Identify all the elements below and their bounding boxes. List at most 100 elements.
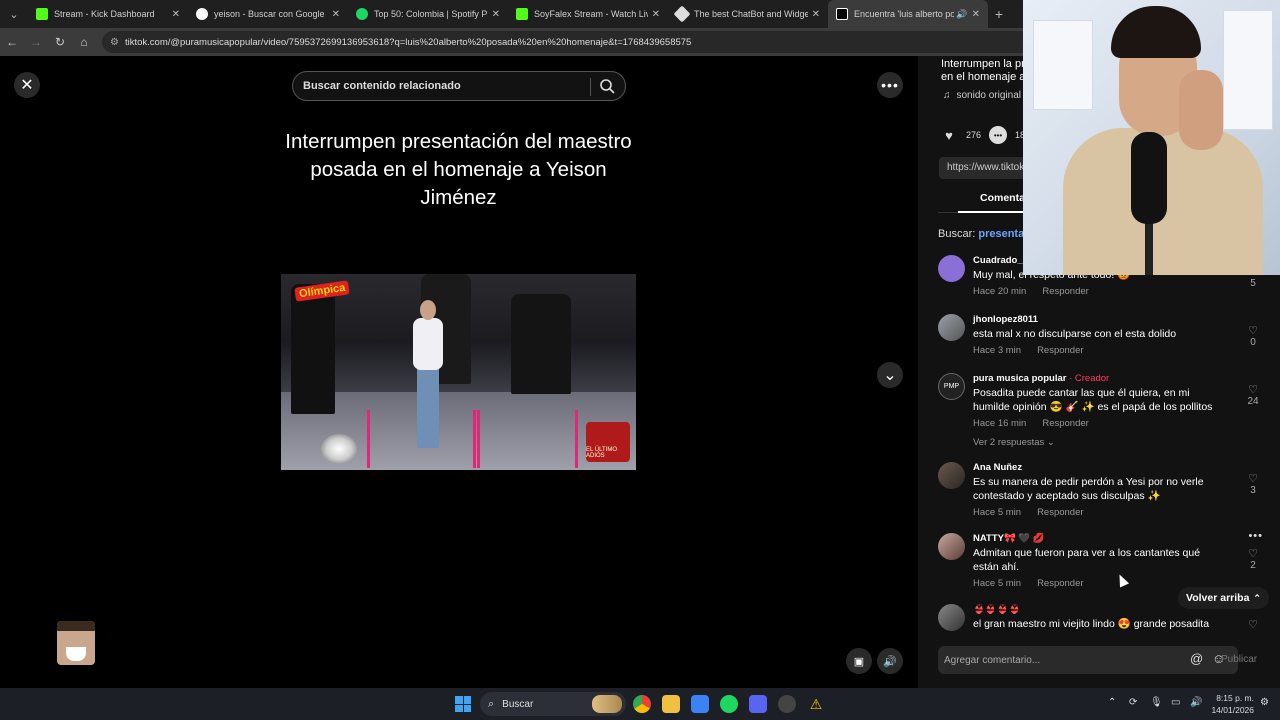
warning-icon[interactable]: ⚠ — [807, 695, 825, 713]
chrome-icon[interactable] — [633, 695, 651, 713]
video-player[interactable]: Interrumpen presentación del maestro pos… — [281, 56, 636, 688]
tab-soyfalex-stream[interactable]: SoyFalex Stream - Watch Live o ✕ — [508, 0, 668, 28]
comment-like[interactable]: ♡ 0 — [1243, 324, 1263, 348]
volume-icon[interactable]: 🔊 — [877, 648, 903, 674]
notifications-icon[interactable]: ⚙ — [1260, 697, 1269, 708]
comment-meta: Hace 5 min Responder — [973, 507, 1228, 518]
back-to-top-label: Volver arriba — [1186, 592, 1250, 604]
tab-chatbot-widgets[interactable]: The best ChatBot and Widgets ✕ — [668, 0, 828, 28]
comment-like[interactable]: ♡ 24 — [1243, 383, 1263, 407]
forward-icon[interactable]: → — [24, 35, 48, 49]
username-text: Cuadrado_r — [973, 255, 1027, 266]
windows-start-icon[interactable] — [455, 696, 471, 712]
comment-like-count: 5 — [1250, 278, 1256, 289]
avatar[interactable] — [938, 604, 965, 631]
speaker-icon[interactable]: 🔊 — [956, 9, 967, 20]
heart-icon[interactable]: ♥ — [940, 126, 958, 144]
emote-hair — [57, 621, 95, 631]
network-icon[interactable]: ▭ — [1171, 697, 1180, 708]
emote-sticker — [57, 621, 95, 665]
store-icon[interactable] — [691, 695, 709, 713]
system-clock[interactable]: 8:15 p. m. 14/01/2026 — [1208, 692, 1254, 716]
add-comment-input[interactable]: Agregar comentario... @ ☺ — [938, 646, 1238, 674]
engagement-stats: ♥ 276 ••• 18 — [940, 126, 1025, 144]
back-to-top-button[interactable]: Volver arriba ⌃ — [1178, 587, 1269, 609]
comment-username[interactable]: pura musica popular · Creador — [973, 373, 1228, 384]
obs-icon[interactable] — [778, 695, 796, 713]
tab-search-chevron-icon[interactable]: ⌄ — [0, 0, 28, 28]
volume-icon[interactable]: 🔊 — [1190, 697, 1202, 708]
tab-kick-dashboard[interactable]: Stream - Kick Dashboard ✕ — [28, 0, 188, 28]
comment-like[interactable]: ♡ — [1243, 618, 1263, 631]
close-tab-icon[interactable]: ✕ — [812, 9, 820, 20]
tab-google-search[interactable]: yeison - Buscar con Google ✕ — [188, 0, 348, 28]
reply-button[interactable]: Responder — [1042, 418, 1088, 429]
microphone — [1131, 132, 1167, 224]
avatar[interactable] — [938, 314, 965, 341]
search-query-link[interactable]: presenta — [978, 228, 1024, 240]
url-text: tiktok.com/@puramusicapopular/video/7595… — [124, 36, 692, 48]
heart-outline-icon[interactable]: ♡ — [1243, 618, 1263, 631]
heart-outline-icon[interactable]: ♡ — [1243, 547, 1263, 560]
comment-item: PMP pura musica popular · Creador Posadi… — [938, 373, 1263, 453]
home-icon[interactable]: ⌂ — [72, 35, 96, 49]
share-link-field[interactable]: https://www.tiktok — [939, 157, 1029, 179]
comment-more-icon[interactable]: ••• — [1248, 530, 1263, 542]
close-tab-icon[interactable]: ✕ — [972, 9, 980, 20]
comment-username[interactable]: Ana Nuñez — [973, 462, 1228, 473]
related-search-input[interactable]: Buscar contenido relacionado — [292, 71, 626, 101]
sound-link[interactable]: ♫ sonido original - — [943, 90, 1027, 101]
spotify-icon[interactable] — [720, 695, 738, 713]
heart-outline-icon[interactable]: ♡ — [1243, 324, 1263, 337]
username-text: NATTY🎀 🖤 💋 — [973, 533, 1045, 544]
next-video-chevron-icon[interactable]: ⌄ — [877, 362, 903, 388]
reply-button[interactable]: Responder — [1042, 286, 1088, 297]
mic-arm — [1145, 220, 1153, 275]
reply-button[interactable]: Responder — [1037, 345, 1083, 356]
comment-like[interactable]: ♡ 3 — [1243, 472, 1263, 496]
reload-icon[interactable]: ↻ — [48, 35, 72, 49]
comment-like-count: 2 — [1250, 560, 1256, 571]
tab-tiktok-active[interactable]: Encuentra 'luis alberto posa 🔊 ✕ — [828, 0, 988, 28]
avatar[interactable] — [938, 255, 965, 282]
search-icon[interactable] — [599, 78, 615, 94]
tray-app-icon[interactable]: ⟳ — [1129, 697, 1137, 708]
comment-like[interactable]: ♡ 2 — [1243, 547, 1263, 571]
microphone-icon[interactable]: 🎙 — [1150, 697, 1163, 708]
username-text: pura musica popular — [973, 373, 1067, 384]
mention-icon[interactable]: @ — [1190, 651, 1203, 666]
taskbar-search[interactable]: ⌕ Buscar — [480, 692, 626, 716]
close-video-button[interactable]: ✕ — [14, 72, 40, 98]
site-info-icon[interactable]: ⚙ — [110, 37, 119, 48]
close-tab-icon[interactable]: ✕ — [492, 9, 500, 20]
publish-button[interactable]: Publicar — [1221, 654, 1257, 665]
heart-outline-icon[interactable]: ♡ — [1243, 383, 1263, 396]
floating-player-icon[interactable]: ▣ — [846, 648, 872, 674]
reply-button[interactable]: Responder — [1037, 578, 1083, 589]
comment-username[interactable]: NATTY🎀 🖤 💋 — [973, 533, 1228, 544]
stage-light-stripe — [477, 410, 480, 468]
more-options-icon[interactable]: ••• — [877, 72, 903, 98]
discord-icon[interactable] — [749, 695, 767, 713]
avatar[interactable] — [938, 533, 965, 560]
tray-chevron-icon[interactable]: ⌃ — [1108, 697, 1116, 708]
sound-name: sonido original - — [956, 90, 1028, 101]
back-icon[interactable]: ← — [0, 35, 24, 49]
comment-icon[interactable]: ••• — [989, 126, 1008, 144]
comment-username[interactable]: jhonlopez8011 — [973, 314, 1228, 325]
video-description: Interrumpen la pr en el homenaje a — [941, 58, 1027, 86]
avatar[interactable]: PMP — [938, 373, 965, 400]
heart-outline-icon[interactable]: ♡ — [1243, 472, 1263, 485]
close-tab-icon[interactable]: ✕ — [652, 9, 660, 20]
file-explorer-icon[interactable] — [662, 695, 680, 713]
avatar[interactable] — [938, 462, 965, 489]
tab-label: SoyFalex Stream - Watch Live o — [534, 9, 648, 19]
view-replies-button[interactable]: Ver 2 respuestas ⌄ — [973, 437, 1228, 448]
tab-comments[interactable]: Comentar — [980, 192, 1029, 204]
reply-button[interactable]: Responder — [1037, 507, 1083, 518]
close-tab-icon[interactable]: ✕ — [332, 9, 340, 20]
spotify-icon — [356, 8, 368, 20]
close-tab-icon[interactable]: ✕ — [172, 9, 180, 20]
new-tab-button[interactable]: + — [988, 6, 1010, 22]
tab-spotify[interactable]: Top 50: Colombia | Spotify Play ✕ — [348, 0, 508, 28]
